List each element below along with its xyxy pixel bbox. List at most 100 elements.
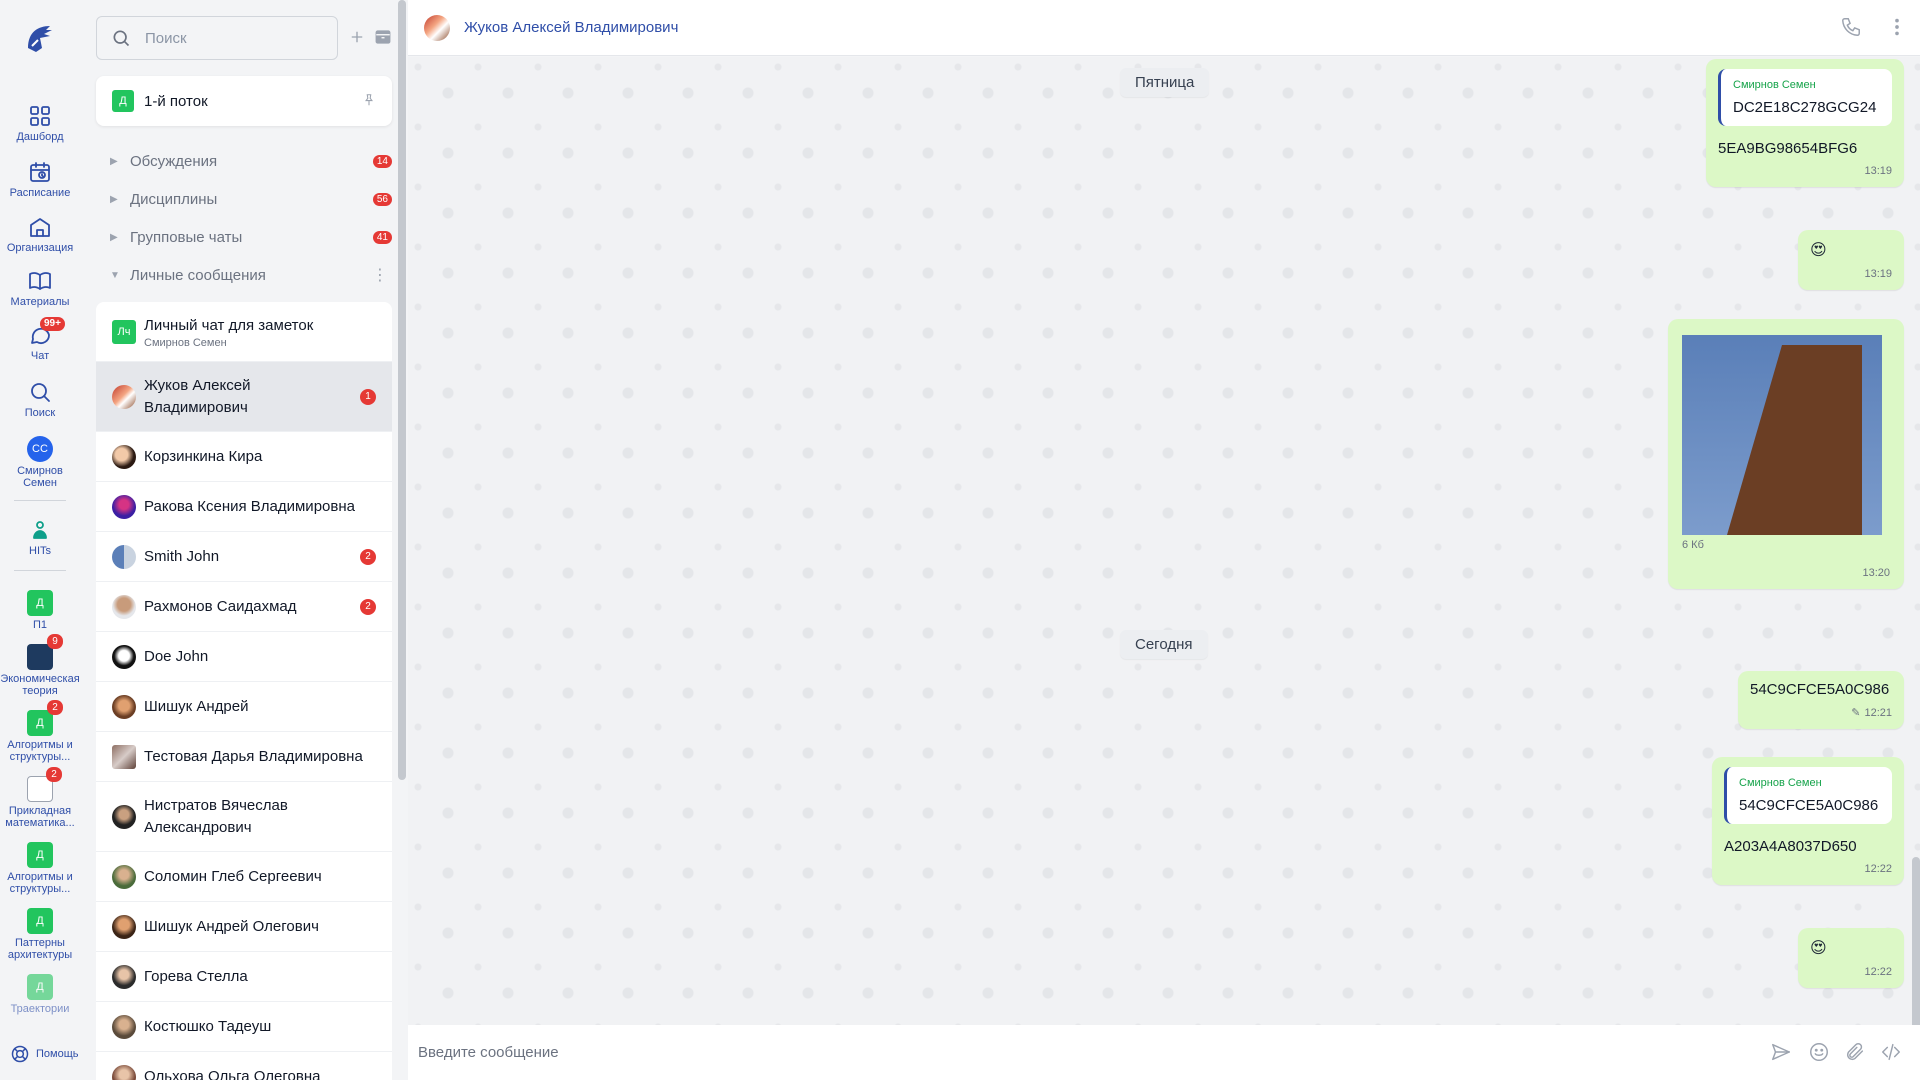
date-separator: Сегодня (1120, 630, 1208, 659)
section-group-chats[interactable]: ▶ Групповые чаты 41 (96, 222, 392, 252)
course-item[interactable]: Д Алгоритмы и структуры... (0, 842, 80, 895)
search-input[interactable] (145, 29, 305, 47)
section-disciplines[interactable]: ▶ Дисциплины 56 (96, 184, 392, 214)
course-icon: Д2 (27, 700, 63, 736)
section-badge: 14 (372, 154, 392, 168)
avatar (112, 914, 136, 939)
emoji-heart-eyes: 😍 (1810, 242, 1827, 259)
rail-label: HITs (29, 545, 51, 557)
chats-sidebar: Д 1-й поток ▶ Обсуждения 14 ▶ Дисциплины… (94, 0, 394, 1080)
message-list[interactable]: Пятница Смирнов Семен DC2E18C278GCG24 5E… (408, 57, 1920, 1025)
message-bubble[interactable]: 6 Кб 13:20 (1668, 319, 1904, 589)
spartan-helmet-logo[interactable] (20, 18, 60, 58)
rail-hits[interactable]: HITs (0, 518, 80, 557)
rail-dashboard[interactable]: Дашборд (0, 104, 80, 143)
left-rail: Дашборд Расписание Организация Материалы… (0, 0, 80, 1080)
message-time: 13:20 (1862, 567, 1890, 579)
list-item[interactable]: Рахмонов Саидахмад 2 (96, 582, 392, 632)
rail-user[interactable]: СС Смирнов Семен (0, 436, 80, 489)
list-item[interactable]: Ракова Ксения Владимировна (96, 482, 392, 532)
avatar[interactable] (424, 14, 450, 41)
unread-badge: 2 (360, 598, 376, 615)
reply-quote[interactable]: Смирнов Семен DC2E18C278GCG24 (1718, 69, 1892, 126)
emoji-button[interactable] (1808, 1041, 1832, 1065)
chat-name: Doe John (144, 647, 209, 665)
chat-name: Тестовая Дарья Владимировна (144, 747, 363, 765)
rail-chat[interactable]: 99+ Чат (0, 317, 80, 362)
course-item[interactable]: Д Траектории (0, 974, 80, 1015)
list-item[interactable]: Жуков Алексей Владимирович 1 (96, 362, 392, 432)
paperclip-icon (1846, 1043, 1864, 1061)
chevron-down-icon: ▼ (110, 269, 120, 281)
course-item[interactable]: Д2 Алгоритмы и структуры... (0, 700, 80, 763)
list-item[interactable]: Doe John (96, 632, 392, 682)
send-button[interactable] (1770, 1041, 1794, 1065)
avatar (112, 964, 136, 989)
rail-label: Дашборд (16, 131, 64, 143)
avatar (112, 644, 136, 669)
pin-icon[interactable] (362, 93, 376, 107)
section-label: Обсуждения (130, 152, 218, 170)
stream-selector[interactable]: Д 1-й поток (96, 76, 392, 126)
chevron-right-icon: ▶ (110, 231, 118, 243)
course-item[interactable]: 2 Прикладная математика... (0, 767, 80, 829)
list-item[interactable]: Соломин Глеб Сергеевич (96, 852, 392, 902)
archive-button[interactable] (372, 26, 394, 48)
quote-text: 54C9CFCE5A0C986 (1739, 797, 1879, 814)
rail-organization[interactable]: Организация (0, 215, 80, 254)
unread-badge: 2 (360, 548, 376, 565)
reply-quote[interactable]: Смирнов Семен 54C9CFCE5A0C986 (1724, 767, 1892, 824)
call-button[interactable] (1840, 16, 1864, 40)
course-item[interactable]: 9 Экономическая теория (0, 634, 80, 697)
course-label: Прикладная математика... (5, 805, 75, 829)
list-item[interactable]: Тестовая Дарья Владимировна (96, 732, 392, 782)
quote-author: Смирнов Семен (1739, 777, 1822, 789)
chat-title[interactable]: Жуков Алексей Владимирович (464, 19, 678, 36)
phone-icon (1842, 18, 1860, 36)
course-icon: Д (27, 590, 53, 616)
code-button[interactable] (1880, 1041, 1904, 1065)
avatar (112, 494, 136, 519)
list-item[interactable]: Нистратов Вячеслав Александрович (96, 782, 392, 852)
emoji-heart-eyes: 😍 (1810, 940, 1827, 957)
message-bubble[interactable]: 😍 13:19 (1798, 230, 1904, 290)
rail-schedule[interactable]: Расписание (0, 160, 80, 199)
list-item[interactable]: Костюшко Тадеуш (96, 1002, 392, 1052)
message-input[interactable] (418, 1044, 1618, 1061)
rail-materials[interactable]: Материалы (0, 269, 80, 308)
section-personal-messages[interactable]: ▼ Личные сообщения ⋮ (96, 260, 392, 290)
divider (14, 570, 66, 571)
chat-name: Рахмонов Саидахмад (144, 597, 297, 615)
list-item[interactable]: Шишук Андрей (96, 682, 392, 732)
sidebar-scrollbar[interactable] (398, 0, 406, 780)
message-time: 13:19 (1864, 165, 1892, 177)
messages-scrollbar[interactable] (1912, 857, 1920, 1025)
add-chat-button[interactable] (346, 26, 368, 48)
section-discussions[interactable]: ▶ Обсуждения 14 (96, 146, 392, 176)
section-label: Личные сообщения (130, 266, 266, 284)
help-button[interactable]: Помощь (10, 1044, 79, 1064)
chat-list: Лч Личный чат для заметок Смирнов Семен Ж… (96, 302, 392, 1080)
code-icon (1882, 1043, 1900, 1061)
more-button[interactable] (1886, 16, 1910, 40)
image-attachment[interactable] (1682, 335, 1882, 535)
message-time: 12:22 (1864, 863, 1892, 875)
list-item[interactable]: Ольхова Ольга Олеговна (96, 1052, 392, 1080)
more-icon[interactable]: ⋮ (372, 265, 388, 285)
list-item[interactable]: Лч Личный чат для заметок Смирнов Семен (96, 302, 392, 362)
list-item[interactable]: Горева Стелла (96, 952, 392, 1002)
attach-button[interactable] (1844, 1041, 1868, 1065)
list-item[interactable]: Шишук Андрей Олегович (96, 902, 392, 952)
list-item[interactable]: Smith John 2 (96, 532, 392, 582)
message-time: ✎ 12:21 (1851, 707, 1892, 719)
avatar (112, 594, 136, 619)
sidebar-search[interactable] (96, 16, 338, 60)
rail-search[interactable]: Поиск (0, 380, 80, 419)
course-item[interactable]: Д Паттерны архитектуры (0, 908, 80, 961)
message-bubble[interactable]: 54C9CFCE5A0C986 ✎ 12:21 (1738, 671, 1904, 729)
course-item[interactable]: Д П1 (0, 590, 80, 631)
message-bubble[interactable]: Смирнов Семен DC2E18C278GCG24 5EA9BG9865… (1706, 59, 1904, 187)
message-bubble[interactable]: Смирнов Семен 54C9CFCE5A0C986 A203A4A803… (1712, 757, 1904, 885)
list-item[interactable]: Корзинкина Кира (96, 432, 392, 482)
message-bubble[interactable]: 😍 12:22 (1798, 928, 1904, 988)
